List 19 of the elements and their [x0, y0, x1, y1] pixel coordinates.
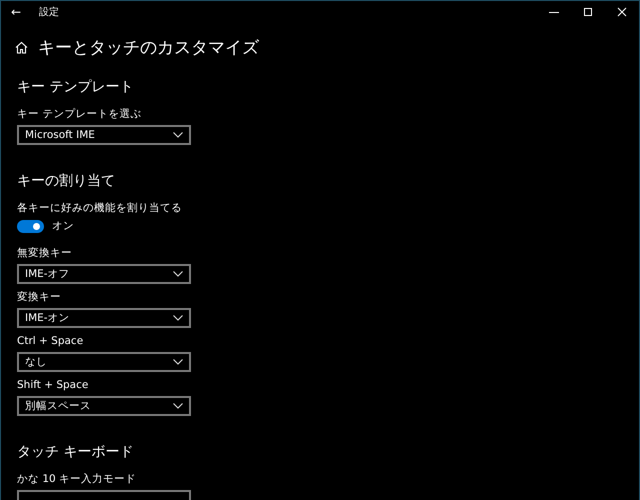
section-heading: タッチ キーボード	[17, 443, 134, 462]
setting-label: キー テンプレートを選ぶ	[17, 107, 142, 122]
back-button[interactable]: ←	[1, 5, 31, 19]
dropdown[interactable]: IME-オン	[17, 308, 191, 328]
section-heading: キーの割り当て	[17, 172, 116, 191]
setting-label: Shift + Space	[17, 378, 90, 393]
dropdown[interactable]: Microsoft IME	[17, 125, 191, 145]
dropdown[interactable]: なし	[17, 352, 191, 372]
setting-label: 無変換キー	[17, 246, 73, 261]
dropdown[interactable]: 別幅スペース	[17, 396, 191, 416]
setting-label: Ctrl + Space	[17, 334, 84, 349]
setting-label: 変換キー	[17, 290, 62, 305]
dropdown[interactable]: IME-オフ	[17, 264, 191, 284]
toggle-state: オン	[52, 219, 74, 233]
setting-label: かな 10 キー入力モード	[17, 472, 138, 487]
section-heading: キー テンプレート	[17, 78, 134, 97]
setting-label: 各キーに好みの機能を割り当てる	[17, 201, 183, 216]
page-title: キーとタッチのカスタマイズ	[38, 36, 259, 58]
window-title: 設定	[39, 6, 60, 19]
